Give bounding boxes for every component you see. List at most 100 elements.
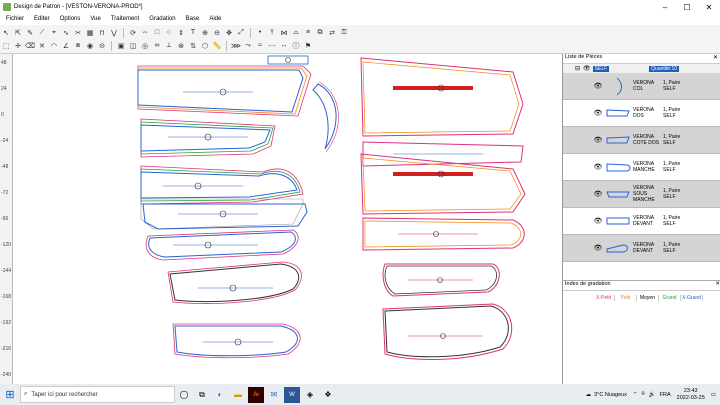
pattern-piece-undersleeve[interactable] xyxy=(145,229,299,261)
pattern-piece-collar[interactable] xyxy=(312,81,339,153)
pattern-piece-facing-1[interactable] xyxy=(167,261,302,304)
close-panel-icon[interactable]: ✕ xyxy=(713,54,718,61)
flip-icon[interactable]: ⇅ xyxy=(188,41,198,51)
graded-nest-icon[interactable]: ⋙ xyxy=(231,41,241,51)
text-tool-icon[interactable]: T xyxy=(188,28,198,38)
app-icon[interactable]: ❖ xyxy=(320,387,336,403)
eraser-icon[interactable]: ⌫ xyxy=(25,41,35,51)
cut-line-icon[interactable]: ⋯ xyxy=(267,41,277,51)
menu-traitement[interactable]: Traitement xyxy=(105,16,143,22)
flag-icon[interactable]: ⚑ xyxy=(303,41,313,51)
measure-tool-icon[interactable]: ⌖ xyxy=(49,28,59,38)
app-icon[interactable]: ◈ xyxy=(302,387,318,403)
grainline-icon[interactable]: ⇕ xyxy=(176,28,186,38)
pan-icon[interactable]: ✥ xyxy=(224,28,234,38)
size-moyen[interactable]: Moyen xyxy=(637,295,659,301)
piece-item[interactable]: 👁 VERONA COL 1, Paire SELF xyxy=(563,73,720,100)
notification-icon[interactable]: ▭ xyxy=(711,392,716,398)
pattern-piece-lining-undersleeve[interactable] xyxy=(382,263,500,297)
clock[interactable]: 23:43 2022-03-25 xyxy=(677,388,705,402)
tray-expand-icon[interactable]: ⌃ xyxy=(633,392,638,398)
maximize-icon[interactable]: ☐ xyxy=(676,0,698,14)
select-box-icon[interactable]: ⬚ xyxy=(1,41,11,51)
scissors-icon[interactable]: ✂ xyxy=(73,28,83,38)
pieces-tree-root[interactable]: ⊟ 👁 SELF Quantité:10 xyxy=(563,64,720,73)
curve-tool-icon[interactable]: ∿ xyxy=(61,28,71,38)
weather-text[interactable]: 3°C Nuageux xyxy=(594,392,627,398)
move-icon[interactable]: ⇄ xyxy=(327,28,337,38)
pointer-tool-icon[interactable]: ↖ xyxy=(1,28,11,38)
pattern-piece-lining-sleeve[interactable] xyxy=(362,217,525,251)
eye-icon[interactable]: 👁 xyxy=(583,65,591,72)
file-explorer-icon[interactable]: ▬ xyxy=(230,387,246,403)
pattern-piece-lining-facing[interactable] xyxy=(382,303,513,360)
lock-icon[interactable]: ⚿ xyxy=(339,28,349,38)
pattern-piece-front[interactable] xyxy=(140,198,308,230)
circle-icon[interactable]: ○ xyxy=(164,28,174,38)
rotate-icon[interactable]: ⟳ xyxy=(128,28,138,38)
pattern-piece-facing-2[interactable] xyxy=(172,323,301,359)
align-icon[interactable]: ≡ xyxy=(303,28,313,38)
size-x-grand[interactable]: X-Grand xyxy=(681,295,703,301)
size-petit[interactable]: Petit xyxy=(615,295,637,301)
join-icon[interactable]: ⋈ xyxy=(279,28,289,38)
zoom-in-icon[interactable]: ⊕ xyxy=(200,28,210,38)
fold-icon[interactable]: ⟂ xyxy=(164,41,174,51)
task-view-icon[interactable]: ⧉ xyxy=(194,387,210,403)
piece-item[interactable]: 👁 VERONA DEVANT 1, Paire SELF xyxy=(563,208,720,235)
taskbar-search[interactable]: ⌕ Taper ici pour rechercher xyxy=(20,386,175,403)
pattern-piece-sleeve[interactable] xyxy=(140,165,304,205)
ruler-icon[interactable]: 📏 xyxy=(212,41,222,51)
visibility-eye-icon[interactable]: 👁 xyxy=(593,190,603,198)
marker-icon[interactable]: ⊛ xyxy=(176,41,186,51)
edge-browser-icon[interactable]: ◐ xyxy=(212,387,228,403)
pattern-piece-lining-back[interactable] xyxy=(360,57,524,137)
shape-icon[interactable]: ⬡ xyxy=(200,41,210,51)
frame-icon[interactable]: ▣ xyxy=(116,41,126,51)
close-panel-icon[interactable]: ✕ xyxy=(715,281,720,287)
vertical-ruler[interactable]: 48 24 0 -24 -48 -72 -96 -120 -144 -168 -… xyxy=(0,54,13,384)
mail-icon[interactable]: ✉ xyxy=(266,387,282,403)
link-icon[interactable]: ∞ xyxy=(152,41,162,51)
visibility-eye-icon[interactable]: 👁 xyxy=(593,136,603,144)
square-icon[interactable]: □ xyxy=(152,28,162,38)
menu-gradation[interactable]: Gradation xyxy=(143,16,179,22)
fit-view-icon[interactable]: ⤢ xyxy=(236,28,246,38)
pattern-piece-side-back[interactable] xyxy=(140,118,276,158)
piece-item[interactable]: 👁 VERONA DEVANT 1, Paire SELF xyxy=(563,235,720,262)
dimension-icon[interactable]: ↔ xyxy=(279,41,289,51)
menu-aide[interactable]: Aide xyxy=(203,16,225,22)
pattern-canvas[interactable] xyxy=(13,54,557,384)
buttonhole-icon[interactable]: ⊝ xyxy=(97,41,107,51)
move-point-icon[interactable]: ✛ xyxy=(13,41,23,51)
visibility-eye-icon[interactable]: 👁 xyxy=(593,217,603,225)
menu-base[interactable]: Base xyxy=(180,16,204,22)
expand-icon[interactable]: ⊟ xyxy=(575,65,580,72)
split-icon[interactable]: ⫯ xyxy=(267,28,277,38)
cross-icon[interactable]: ✕ xyxy=(37,41,47,51)
piece-item[interactable]: 👁 VERONA MANCHE 1, Paire SELF xyxy=(563,154,720,181)
word-icon[interactable]: W xyxy=(284,386,300,403)
windows-start-icon[interactable]: ⊞ xyxy=(0,388,20,401)
dart-tool-icon[interactable]: ⋁ xyxy=(109,28,119,38)
pattern-piece-back[interactable] xyxy=(137,65,312,117)
menu-vue[interactable]: Vue xyxy=(84,16,104,22)
grid-tool-icon[interactable]: ▦ xyxy=(85,28,95,38)
line-tool-icon[interactable]: ⟋ xyxy=(37,28,47,38)
piece-item[interactable]: 👁 VERONA DOS 1, Paire SELF xyxy=(563,100,720,127)
copy-icon[interactable]: ⧉ xyxy=(315,28,325,38)
target-icon[interactable]: ◎ xyxy=(140,41,150,51)
size-x-petit[interactable]: X-Petit xyxy=(593,295,615,301)
visibility-eye-icon[interactable]: 👁 xyxy=(593,163,603,171)
multi-select-icon[interactable]: ⇱ xyxy=(13,28,23,38)
size-grand[interactable]: Grand xyxy=(659,295,681,301)
pattern-piece-collar-top[interactable] xyxy=(267,55,309,65)
angle-icon[interactable]: ∠ xyxy=(61,41,71,51)
visibility-eye-icon[interactable]: 👁 xyxy=(593,244,603,252)
piece-item[interactable]: 👁 VERONA SOUS MANCHE 1, Paire SELF xyxy=(563,181,720,208)
arc-icon[interactable]: ◠ xyxy=(49,41,59,51)
zoom-out-icon[interactable]: ⊖ xyxy=(212,28,222,38)
mirror-icon[interactable]: ⇔ xyxy=(140,28,150,38)
offset-icon[interactable]: ⧈ xyxy=(73,41,83,51)
network-icon[interactable]: ⌾ xyxy=(641,391,644,398)
